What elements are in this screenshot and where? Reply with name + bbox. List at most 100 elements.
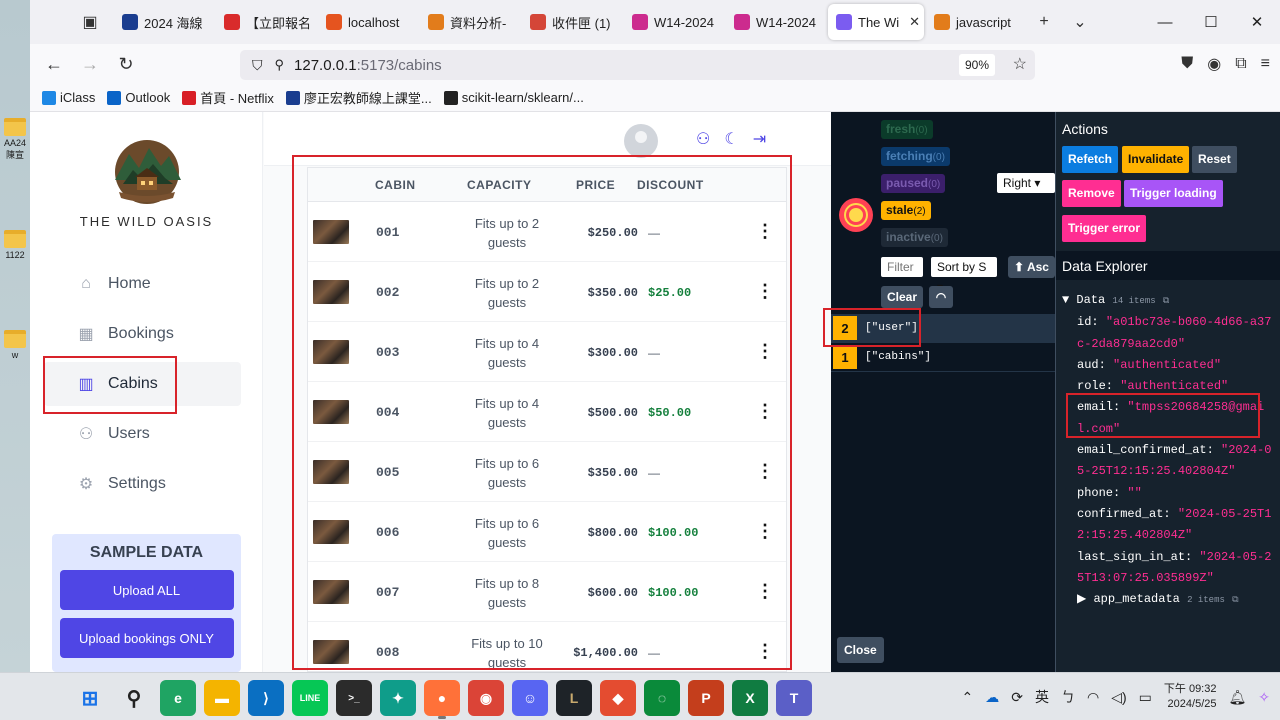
sidebar-item-settings[interactable]: ⚙ Settings: [44, 462, 241, 506]
close-devtools-button[interactable]: Close: [837, 637, 884, 663]
more-options-icon[interactable]: ⋮: [756, 521, 774, 542]
action-refetch-button[interactable]: Refetch: [1062, 146, 1119, 173]
git-icon[interactable]: ◆: [600, 680, 636, 716]
ime-mode-icon[interactable]: ㄅ: [1061, 687, 1075, 707]
volume-icon[interactable]: ◁): [1111, 689, 1126, 706]
account-icon[interactable]: ◉: [1207, 54, 1221, 74]
league-icon[interactable]: L: [556, 680, 592, 716]
maximize-icon[interactable]: ☐: [1188, 13, 1234, 31]
reload-icon[interactable]: ↻: [108, 54, 144, 75]
menu-icon[interactable]: ≡: [1261, 55, 1270, 73]
action-remove-button[interactable]: Remove: [1062, 180, 1121, 207]
zoom-level[interactable]: 90%: [958, 54, 995, 76]
avatar[interactable]: [624, 124, 658, 158]
app-icon[interactable]: ✦: [380, 680, 416, 716]
line-icon[interactable]: LINE: [292, 680, 328, 716]
desktop-icon[interactable]: 1122: [2, 230, 28, 260]
dark-mode-icon[interactable]: ☾: [724, 129, 738, 149]
close-tab-icon[interactable]: ✕: [909, 14, 920, 30]
browser-tab[interactable]: 收件匣 (1): [522, 4, 622, 40]
more-options-icon[interactable]: ⋮: [756, 461, 774, 482]
tab-list-icon[interactable]: ▣: [72, 12, 108, 32]
notification-icon[interactable]: 🔔︎: [1228, 689, 1246, 706]
edge-icon[interactable]: e: [160, 680, 196, 716]
lock-icon[interactable]: ⚲: [275, 57, 285, 73]
search-icon[interactable]: ⚲: [116, 680, 152, 716]
user-icon[interactable]: ⚇: [696, 129, 710, 149]
more-options-icon[interactable]: ⋮: [756, 341, 774, 362]
chrome-icon[interactable]: ◉: [468, 680, 504, 716]
react-query-logo-icon[interactable]: [839, 198, 873, 232]
copy-icon[interactable]: ⧉: [1232, 595, 1238, 605]
start-icon[interactable]: ⊞: [72, 680, 108, 716]
browser-tab[interactable]: W14-2024: [726, 4, 826, 40]
app-metadata-node[interactable]: ▶ app_metadata 2 items ⧉: [1062, 589, 1277, 611]
battery-icon[interactable]: ▭: [1139, 689, 1152, 706]
terminal-icon[interactable]: >_: [336, 680, 372, 716]
browser-tab[interactable]: 資料分析-: [420, 4, 520, 40]
asc-button[interactable]: ⬆ Asc: [1008, 256, 1055, 278]
address-bar[interactable]: ⛉ ⚲ 127.0.0.1:5173/cabins 90% ☆: [240, 50, 1035, 80]
new-tab-icon[interactable]: +: [1026, 13, 1062, 31]
query-row[interactable]: 1 ["cabins"]: [831, 343, 1055, 372]
bookmark-item[interactable]: 首頁 - Netflix: [182, 88, 274, 107]
more-options-icon[interactable]: ⋮: [756, 401, 774, 422]
browser-tab[interactable]: W14-2024: [624, 4, 724, 40]
more-options-icon[interactable]: ⋮: [756, 641, 774, 662]
action-trigger-error-button[interactable]: Trigger error: [1062, 215, 1147, 242]
back-icon[interactable]: ←: [36, 54, 72, 75]
pocket-icon[interactable]: ⛊: [1181, 55, 1193, 73]
action-trigger-loading-button[interactable]: Trigger loading: [1124, 180, 1223, 207]
shield-icon[interactable]: ⛉: [252, 57, 263, 74]
firefox-icon[interactable]: ●: [424, 680, 460, 719]
browser-tab[interactable]: javascript: [926, 4, 1026, 40]
more-options-icon[interactable]: ⋮: [756, 581, 774, 602]
bookmark-item[interactable]: iClass: [42, 90, 95, 105]
minimize-icon[interactable]: —: [1142, 14, 1188, 31]
discord-icon[interactable]: ☺: [512, 680, 548, 716]
desktop-icon[interactable]: w: [2, 330, 28, 360]
upload-bookings-button[interactable]: Upload bookings ONLY: [59, 618, 234, 658]
query-row[interactable]: 2 ["user"]: [831, 314, 1055, 343]
bookmark-item[interactable]: Outlook: [107, 90, 170, 105]
explorer-icon[interactable]: ▬: [204, 680, 240, 716]
bookmark-star-icon[interactable]: ☆: [1013, 54, 1027, 74]
sidebar-item-home[interactable]: ⌂ Home: [44, 262, 241, 306]
browser-tab[interactable]: 2024 海線: [114, 4, 214, 40]
chevron-up-icon[interactable]: ⌃: [962, 689, 974, 706]
progress-app-icon[interactable]: ◌: [644, 680, 680, 716]
bookmark-item[interactable]: 廖正宏教師線上課堂...: [285, 88, 432, 107]
copilot-icon[interactable]: ✧: [1258, 689, 1270, 706]
desktop-icon[interactable]: AA24 陳宣: [2, 118, 28, 161]
filter-input[interactable]: [881, 257, 923, 277]
sidebar-item-cabins[interactable]: ▥ Cabins: [44, 362, 241, 406]
clock[interactable]: 下午 09:32 2024/5/25: [1164, 682, 1217, 712]
action-reset-button[interactable]: Reset: [1192, 146, 1237, 173]
sync-icon[interactable]: ⟳: [1011, 689, 1023, 706]
copy-icon[interactable]: ⧉: [1163, 296, 1169, 306]
sidebar-item-bookings[interactable]: ▦ Bookings: [44, 312, 241, 356]
teams-icon[interactable]: T: [776, 680, 812, 716]
more-options-icon[interactable]: ⋮: [756, 281, 774, 302]
browser-tab[interactable]: The Wi ✕: [828, 4, 924, 40]
powerpoint-icon[interactable]: P: [688, 680, 724, 716]
offline-toggle-icon[interactable]: ◠: [929, 286, 953, 308]
action-invalidate-button[interactable]: Invalidate: [1122, 146, 1190, 173]
excel-icon[interactable]: X: [732, 680, 768, 716]
data-root[interactable]: ▼ Data 14 items ⧉: [1062, 290, 1277, 312]
vscode-icon[interactable]: ⟩: [248, 680, 284, 716]
close-window-icon[interactable]: ✕: [1234, 13, 1280, 31]
upload-all-button[interactable]: Upload ALL: [59, 570, 234, 610]
more-options-icon[interactable]: ⋮: [756, 221, 774, 242]
onedrive-icon[interactable]: ☁: [985, 689, 999, 706]
position-select[interactable]: Right ▾: [997, 173, 1055, 193]
sort-select[interactable]: Sort by S ▾: [931, 257, 997, 294]
tab-overflow-icon[interactable]: ⌄: [1062, 12, 1098, 32]
extensions-icon[interactable]: ⧉: [1235, 55, 1246, 73]
browser-tab[interactable]: localhost: [318, 4, 418, 40]
clear-button[interactable]: Clear: [881, 286, 924, 308]
forward-icon[interactable]: →: [72, 54, 108, 75]
logout-icon[interactable]: ⇥: [753, 129, 766, 149]
wifi-icon[interactable]: ◠: [1087, 689, 1099, 706]
browser-tab[interactable]: 【立即報名: [216, 4, 316, 40]
